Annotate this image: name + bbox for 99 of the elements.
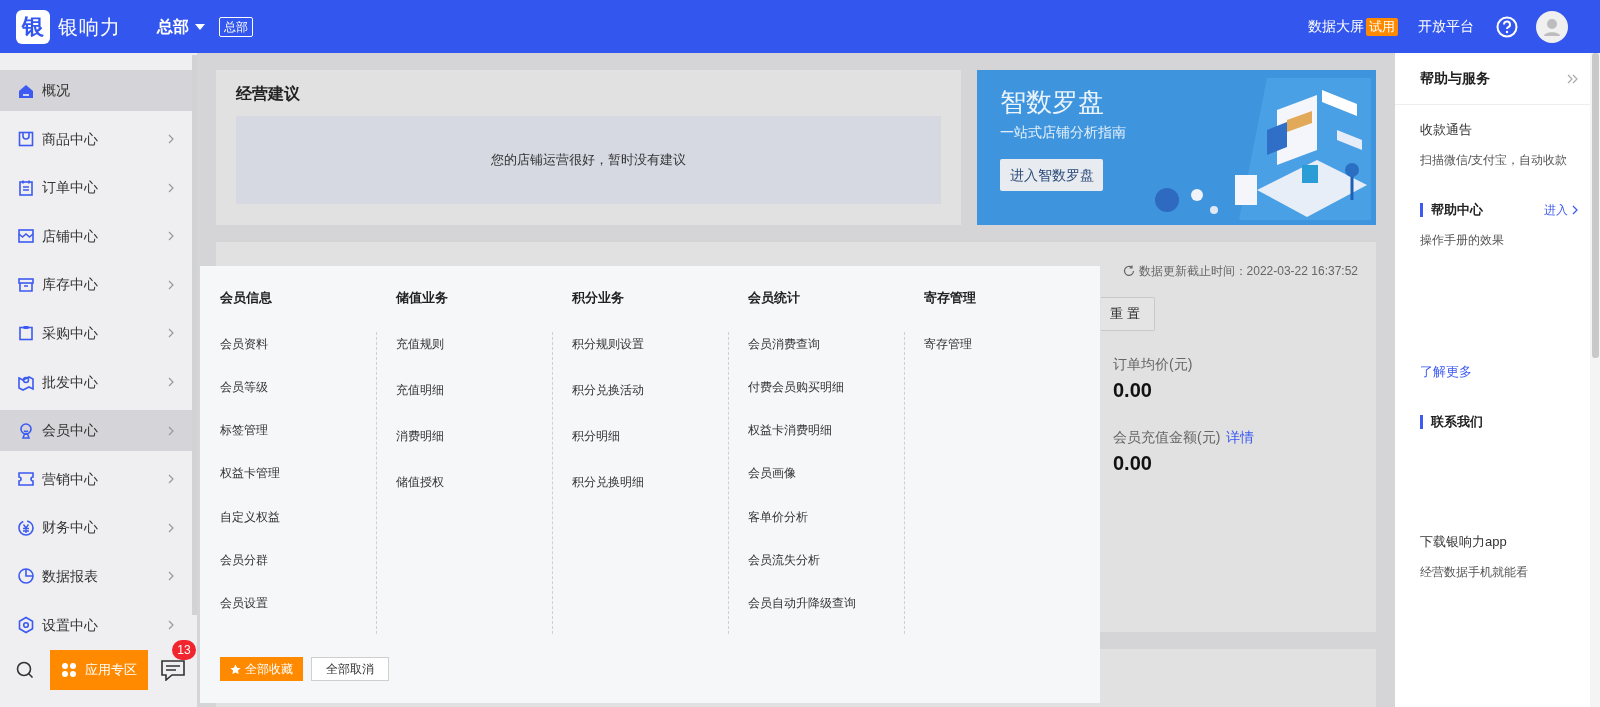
submenu-link[interactable]: 会员画像 xyxy=(748,461,796,505)
submenu-link[interactable]: 客单价分析 xyxy=(748,504,808,548)
chevron-icon xyxy=(1572,205,1578,215)
chevron-icon xyxy=(168,182,174,193)
section-title: 下载银响力app xyxy=(1420,533,1507,552)
submenu-link[interactable]: 会员自动升降级查询 xyxy=(748,590,856,634)
trial-badge: 试用 xyxy=(1366,17,1398,36)
submenu-link[interactable]: 标签管理 xyxy=(220,418,268,462)
column-heading: 会员信息 xyxy=(220,289,273,307)
menu-icon xyxy=(16,615,36,636)
submenu-link[interactable]: 充值明细 xyxy=(396,378,444,424)
nav-item[interactable]: 营销中心 xyxy=(0,458,192,500)
enter-button[interactable]: 进入智数罗盘 xyxy=(1000,159,1104,191)
submenu-link[interactable]: 会员流失分析 xyxy=(748,547,820,591)
header-link[interactable]: 数据大屏 试用 xyxy=(1308,16,1398,37)
header-link[interactable]: 开放平台 xyxy=(1418,16,1474,37)
nav-item[interactable]: 批发中心 xyxy=(0,361,192,403)
nav-item[interactable]: 店铺中心 xyxy=(0,215,192,257)
scrollbar[interactable] xyxy=(192,55,197,615)
help-icon xyxy=(1496,15,1518,38)
column-heading: 积分业务 xyxy=(572,289,625,307)
update-time: 数据更新截止时间：2022-03-22 16:37:52 xyxy=(1138,263,1358,280)
card-title: 经营建议 xyxy=(236,84,301,104)
chevron-icon xyxy=(168,134,174,145)
refresh-icon xyxy=(1122,265,1135,277)
section-marker xyxy=(1420,203,1423,217)
chevron-icon xyxy=(168,571,174,582)
chevron-icon xyxy=(168,231,174,242)
submenu-link[interactable]: 付费会员购买明细 xyxy=(748,375,844,419)
submenu-link[interactable]: 自定义权益 xyxy=(220,504,280,548)
nav-item[interactable]: 概况 xyxy=(0,70,192,111)
nav-item[interactable]: 订单中心 xyxy=(0,167,192,209)
nav-item[interactable]: 数据报表 xyxy=(0,555,192,597)
count-badge: 13 xyxy=(172,640,196,660)
menu-icon xyxy=(16,566,36,587)
stat-value: 0.00 xyxy=(1113,451,1153,476)
nav-item[interactable]: 财务中心 xyxy=(0,507,192,549)
user-avatar xyxy=(1536,10,1568,43)
section-marker xyxy=(1420,415,1423,429)
empty-message: 您的店铺运营很好，暂时没有建议 xyxy=(491,151,687,170)
chevron-icon xyxy=(168,474,174,485)
brand-name: 银响力 xyxy=(58,14,121,40)
submenu-link[interactable]: 积分明细 xyxy=(572,424,620,470)
star-icon xyxy=(230,663,241,675)
org-tag: 总部 xyxy=(219,16,253,37)
chat-icon xyxy=(160,659,186,681)
banner-subtitle: 一站式店铺分析指南 xyxy=(1000,123,1127,142)
submenu-link[interactable]: 积分兑换活动 xyxy=(572,378,644,424)
nav-item[interactable]: 会员中心 xyxy=(0,410,192,452)
banner-title: 智数罗盘 xyxy=(1000,86,1106,119)
nav-item[interactable]: 库存中心 xyxy=(0,264,192,306)
submenu-link[interactable]: 权益卡消费明细 xyxy=(748,418,832,462)
submenu-link[interactable]: 积分兑换明细 xyxy=(572,470,644,516)
chevron-icon xyxy=(168,522,174,533)
grid-icon xyxy=(61,662,77,678)
scrollbar[interactable] xyxy=(1592,53,1599,358)
column-heading: 寄存管理 xyxy=(924,289,977,307)
section-title: 帮助中心 xyxy=(1431,201,1483,220)
submenu-link[interactable]: 会员消费查询 xyxy=(748,332,820,376)
nav-item[interactable]: 商品中心 xyxy=(0,118,192,160)
stat-value: 0.00 xyxy=(1113,378,1153,403)
stat-label: 会员充值金额(元) xyxy=(1113,428,1221,447)
details-link[interactable]: 详情 xyxy=(1226,427,1255,448)
chevron-icon xyxy=(168,377,174,388)
section-note: 操作手册的效果 xyxy=(1420,232,1505,249)
cancel-all-button[interactable]: 全部取消 xyxy=(311,657,389,681)
submenu-link[interactable]: 充值规则 xyxy=(396,332,444,378)
submenu-link[interactable]: 会员资料 xyxy=(220,332,268,376)
chevron-icon xyxy=(168,328,174,339)
submenu-link[interactable]: 储值授权 xyxy=(396,470,444,516)
submenu-link[interactable]: 积分规则设置 xyxy=(572,332,644,378)
enter-link[interactable]: 进入 xyxy=(1544,201,1578,219)
submenu-link[interactable]: 消费明细 xyxy=(396,424,444,470)
menu-icon xyxy=(16,517,36,538)
chevron-icon xyxy=(168,425,174,436)
submenu-link[interactable]: 会员分群 xyxy=(220,547,268,591)
nav-item[interactable]: 采购中心 xyxy=(0,312,192,354)
reset-button[interactable]: 重 置 xyxy=(1101,297,1155,331)
submenu-link[interactable]: 会员等级 xyxy=(220,375,268,419)
search-icon xyxy=(16,661,34,679)
submenu-link[interactable]: 寄存管理 xyxy=(924,332,972,378)
section-note: 扫描微信/支付宝，自动收款 xyxy=(1420,152,1569,169)
caret-icon xyxy=(195,23,205,30)
collapse-icon xyxy=(1567,73,1578,84)
submenu-link[interactable]: 权益卡管理 xyxy=(220,461,280,505)
org-switcher[interactable]: 总部 xyxy=(157,14,205,39)
submenu-link[interactable]: 会员设置 xyxy=(220,590,268,634)
learn-more-link[interactable]: 了解更多 xyxy=(1420,362,1472,382)
section-note: 经营数据手机就能看 xyxy=(1420,564,1529,581)
messages-button[interactable] xyxy=(160,658,188,682)
column-heading: 会员统计 xyxy=(748,289,801,307)
logo-mark: 银 xyxy=(16,9,50,44)
chevron-icon xyxy=(168,620,174,631)
section-title: 联系我们 xyxy=(1431,413,1483,432)
section-title: 收款通告 xyxy=(1420,121,1472,140)
chevron-icon xyxy=(168,279,174,290)
stat-label: 订单均价(元) xyxy=(1113,355,1193,374)
panel-title: 帮助与服务 xyxy=(1420,69,1490,88)
column-heading: 储值业务 xyxy=(396,289,449,307)
